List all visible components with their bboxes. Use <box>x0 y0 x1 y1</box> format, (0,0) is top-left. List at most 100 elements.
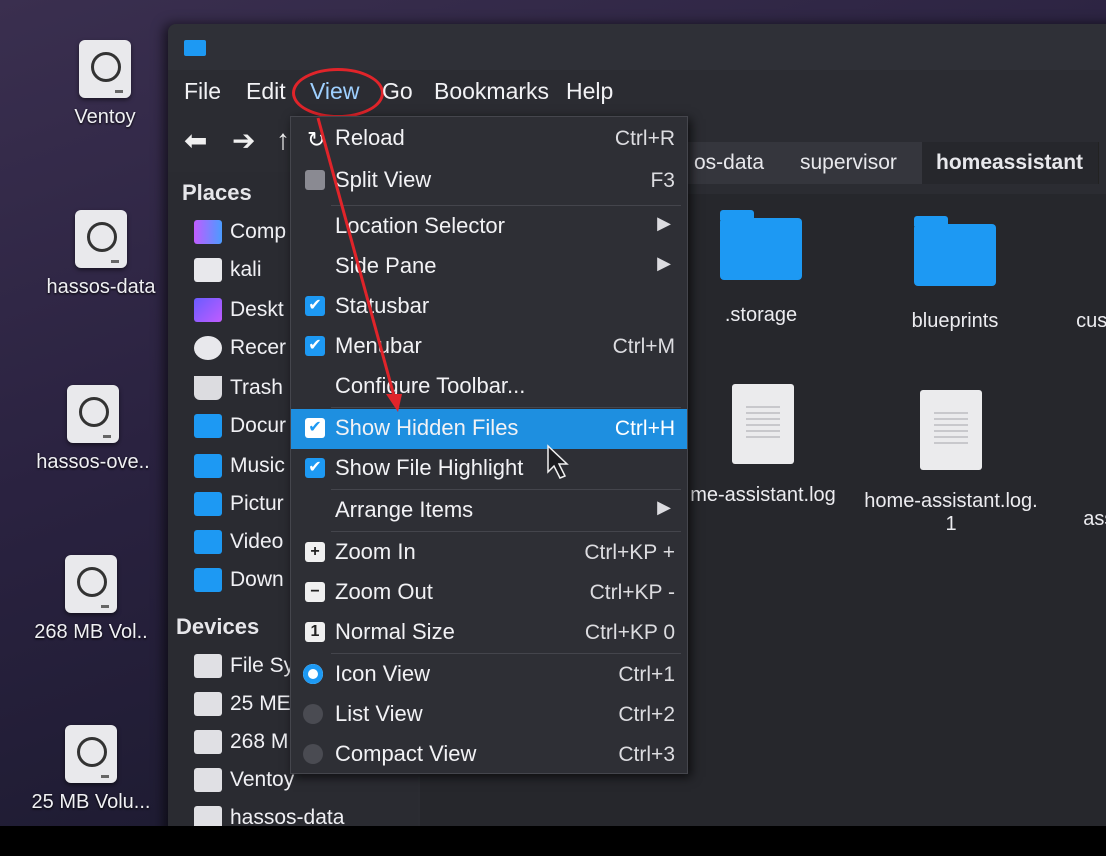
documents-folder-icon <box>194 414 222 439</box>
drive-icon <box>65 725 117 783</box>
submenu-arrow-icon: ▶ <box>657 253 671 273</box>
desktop-icon-25mb[interactable]: 25 MB Volu... <box>16 725 166 814</box>
menu-item-side-pane[interactable]: Side Pane ▶ <box>291 247 687 287</box>
computer-icon <box>194 220 222 245</box>
menu-item-menubar[interactable]: ✔ Menubar Ctrl+M <box>291 327 687 367</box>
menu-item-label: Normal Size <box>335 619 455 644</box>
sidebar-device-filesystem[interactable]: File Sy <box>194 654 294 686</box>
sidebar-item-trash[interactable]: Trash <box>194 376 283 408</box>
tab-homeassistant[interactable]: homeassistant <box>922 142 1099 184</box>
sidebar-item-label: Comp <box>230 220 287 243</box>
menu-item-location-selector[interactable]: Location Selector ▶ <box>291 207 687 247</box>
submenu-arrow-icon: ▶ <box>657 213 671 233</box>
sidebar-item-label: Docur <box>230 414 287 437</box>
menu-item-label: Location Selector <box>335 213 505 238</box>
sidebar-device-ventoy[interactable]: Ventoy <box>194 768 294 800</box>
tab-supervisor[interactable]: supervisor <box>786 142 923 184</box>
sidebar-item-label: Video <box>230 530 284 553</box>
document-icon <box>920 390 982 470</box>
sidebar-item-documents[interactable]: Docur <box>194 414 286 446</box>
downloads-folder-icon <box>194 568 222 593</box>
menu-item-zoom-out[interactable]: − Zoom Out Ctrl+KP - <box>291 573 687 613</box>
sidebar-item-desktop[interactable]: Deskt <box>194 298 284 330</box>
menu-item-normal-size[interactable]: 1 Normal Size Ctrl+KP 0 <box>291 613 687 653</box>
drive-icon <box>67 385 119 443</box>
sidebar-item-downloads[interactable]: Down <box>194 568 284 600</box>
radio-unselected-icon <box>303 704 323 724</box>
menu-item-reload[interactable]: ↻ Reload Ctrl+R <box>291 119 687 159</box>
radio-unselected-icon <box>303 744 323 764</box>
menu-item-label: Zoom Out <box>335 579 433 604</box>
forward-arrow-icon[interactable]: ➔ <box>232 124 255 157</box>
file-item[interactable]: .storage <box>666 210 856 327</box>
menu-item-icon-view[interactable]: Icon View Ctrl+1 <box>291 655 687 695</box>
sidebar-item-kali[interactable]: kali <box>194 258 262 290</box>
checkbox-checked-icon: ✔ <box>305 336 325 356</box>
drive-icon <box>65 555 117 613</box>
file-item[interactable]: custo <box>1060 224 1106 333</box>
menu-bookmarks[interactable]: Bookmarks <box>434 78 549 105</box>
sidebar-item-label: File Sy <box>230 654 295 677</box>
zoom-out-icon: − <box>305 582 325 602</box>
menu-help[interactable]: Help <box>566 78 613 105</box>
menu-item-label: Split View <box>335 167 432 192</box>
sidebar-item-label: Down <box>230 568 284 591</box>
sidebar-item-recent[interactable]: Recer <box>194 336 286 368</box>
desktop-icon-label: 25 MB Volu... <box>31 791 151 813</box>
home-folder-icon <box>194 258 222 283</box>
file-name: assis <box>1083 508 1106 530</box>
drive-icon <box>194 654 222 679</box>
sidebar-item-label: kali <box>230 258 262 281</box>
file-item[interactable]: me-assistant.log <box>668 384 858 507</box>
places-heading: Places <box>182 180 252 205</box>
zoom-in-icon: + <box>305 542 325 562</box>
menu-file[interactable]: File <box>184 78 221 105</box>
checkbox-checked-icon: ✔ <box>305 458 325 478</box>
sidebar-item-label: Recer <box>230 336 287 359</box>
desktop-icon-ventoy[interactable]: Ventoy <box>30 40 180 129</box>
file-name-line2: 1 <box>945 513 957 535</box>
file-name: me-assistant.log <box>690 484 836 506</box>
sidebar-item-computer[interactable]: Comp <box>194 220 286 252</box>
sidebar-device-25mb[interactable]: 25 ME <box>194 692 291 724</box>
menu-item-split-view[interactable]: Split View F3 <box>291 161 687 201</box>
sidebar-item-music[interactable]: Music <box>194 454 285 486</box>
sidebar-item-videos[interactable]: Video <box>194 530 283 562</box>
tab-os-data[interactable]: os-data <box>680 142 787 184</box>
menu-go[interactable]: Go <box>382 78 413 105</box>
menu-item-configure-toolbar[interactable]: Configure Toolbar... <box>291 367 687 407</box>
drive-icon <box>79 40 131 98</box>
sidebar-device-268mb[interactable]: 268 M <box>194 730 288 762</box>
desktop-icon-hassos-ove[interactable]: hassos-ove.. <box>18 385 168 474</box>
menu-item-label: Configure Toolbar... <box>335 373 526 398</box>
menu-item-label: Menubar <box>335 333 422 358</box>
sidebar-item-pictures[interactable]: Pictur <box>194 492 284 524</box>
desktop-icon-label: hassos-ove.. <box>36 451 150 473</box>
menu-item-show-file-highlight[interactable]: ✔ Show File Highlight <box>291 449 687 489</box>
desktop-icon-268mb[interactable]: 268 MB Vol.. <box>16 555 166 644</box>
menu-item-label: List View <box>335 701 423 726</box>
drive-icon <box>75 210 127 268</box>
file-item[interactable]: home-assistant.log. 1 <box>856 390 1046 536</box>
desktop-icon-hassos-data[interactable]: hassos-data <box>26 210 176 299</box>
menu-item-show-hidden-files[interactable]: ✔ Show Hidden Files Ctrl+H <box>291 409 687 449</box>
menu-item-label: Show File Highlight <box>335 455 524 480</box>
up-arrow-icon[interactable]: ↑ <box>276 124 290 156</box>
file-item[interactable]: blueprints <box>860 216 1050 333</box>
menu-item-list-view[interactable]: List View Ctrl+2 <box>291 695 687 735</box>
menu-edit[interactable]: Edit <box>246 78 286 105</box>
menu-item-label: Arrange Items <box>335 497 474 522</box>
folder-icon <box>914 216 996 286</box>
menu-item-compact-view[interactable]: Compact View Ctrl+3 <box>291 735 687 775</box>
menu-item-label: Zoom In <box>335 539 416 564</box>
split-icon <box>305 170 325 190</box>
file-item[interactable]: assis <box>1066 390 1106 531</box>
back-arrow-icon[interactable]: ⬅ <box>184 124 207 157</box>
sidebar-item-label: Deskt <box>230 298 284 321</box>
menu-item-arrange-items[interactable]: Arrange Items ▶ <box>291 491 687 531</box>
sidebar-item-label: Ventoy <box>230 768 295 791</box>
menu-item-statusbar[interactable]: ✔ Statusbar <box>291 287 687 327</box>
drive-icon <box>194 768 222 793</box>
menu-item-zoom-in[interactable]: + Zoom In Ctrl+KP + <box>291 533 687 573</box>
menu-item-label: Side Pane <box>335 253 437 278</box>
